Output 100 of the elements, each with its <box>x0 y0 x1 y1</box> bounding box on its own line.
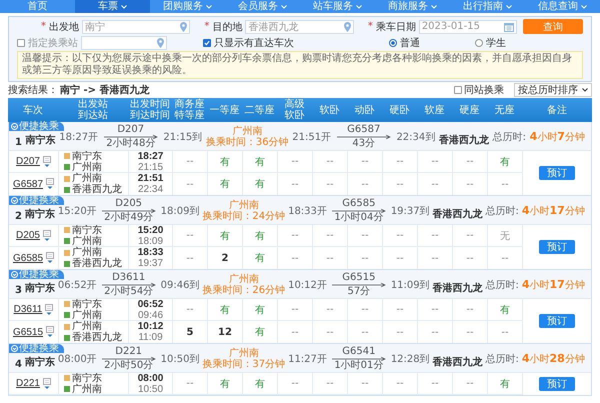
seat-availability: -- <box>186 156 194 167</box>
train-link[interactable]: D221 <box>16 378 40 389</box>
checkbox[interactable] <box>17 38 25 46</box>
seat-availability: 有 <box>220 378 230 390</box>
column-header: 出发时间 到达时间 <box>129 98 171 122</box>
nav-tab[interactable]: 出行指南 <box>450 0 525 13</box>
train-link[interactable]: G6587 <box>12 178 44 190</box>
radio-button[interactable] <box>475 38 483 46</box>
input-field[interactable]: 香港西九龙 <box>245 20 354 34</box>
seat-availability: 有 <box>255 378 265 390</box>
destination-icon <box>64 238 70 244</box>
departure-time: 06:52开 <box>58 279 97 292</box>
train-number: G6541 <box>342 347 376 357</box>
radio-label: 学生 <box>486 36 506 50</box>
nav-tab[interactable]: 信息查询 <box>525 0 600 13</box>
train-number: G6587 <box>347 125 380 135</box>
transfer-badge: 便捷换乘 <box>9 270 64 279</box>
document-icon[interactable] <box>46 326 54 338</box>
input-field[interactable] <box>81 36 167 50</box>
nav-tab[interactable]: 车票 <box>75 0 150 13</box>
book-button[interactable]: 预订 <box>539 166 575 180</box>
document-icon[interactable] <box>45 304 54 316</box>
seat-availability: -- <box>501 326 509 338</box>
seat-availability: 有 <box>255 230 265 242</box>
seat-availability: -- <box>431 252 439 264</box>
seat-availability: -- <box>361 252 369 264</box>
column-header: 高级 软卧 <box>284 98 306 122</box>
total-label: 总历时: <box>486 352 519 366</box>
result-number: 4 <box>15 358 22 370</box>
location-pin-icon <box>157 38 164 48</box>
book-button[interactable]: 预订 <box>539 314 575 328</box>
book-button[interactable]: 预订 <box>539 377 575 391</box>
radio-button[interactable] <box>389 38 397 46</box>
seat-availability: 无 <box>500 230 510 242</box>
book-button[interactable]: 预订 <box>539 240 575 254</box>
train-number: D207 <box>117 125 144 135</box>
station-name: 南宁东 <box>72 224 102 236</box>
departure-time: 18:33开 <box>288 205 327 218</box>
departure-time: 15:20开 <box>58 205 97 218</box>
transfer-badge: 便捷换乘 <box>9 196 64 205</box>
train-link[interactable]: D205 <box>16 230 40 241</box>
checkbox-label: 指定换乘站 <box>28 36 78 50</box>
seat-availability: -- <box>466 252 474 264</box>
seat-availability: -- <box>361 156 369 167</box>
seat-availability: 有 <box>255 326 265 339</box>
document-icon[interactable] <box>46 252 54 264</box>
nav-tab[interactable]: 会员服务 <box>225 0 300 13</box>
input-field[interactable]: 南宁 <box>82 20 190 34</box>
document-icon[interactable] <box>46 178 54 190</box>
seat-availability: -- <box>361 178 369 190</box>
train-link[interactable]: D3611 <box>14 304 42 315</box>
column-header: 软座 <box>424 104 446 118</box>
station-name: 南宁东 <box>24 281 55 295</box>
arrival-time: 22:34 <box>138 184 164 195</box>
arrival-time: 19:37 <box>138 258 164 269</box>
nav-tab[interactable]: 团购服务 <box>150 0 225 13</box>
arrival-time: 18:09 <box>138 236 164 246</box>
arrival-time: 09:46到 <box>160 279 200 292</box>
origin-icon <box>64 375 70 381</box>
required-mark: * <box>204 21 210 32</box>
search-button[interactable]: 查询 <box>523 19 583 34</box>
arrival-time: 21:15到 <box>163 131 202 144</box>
nav-tab[interactable]: 站车服务 <box>300 0 375 13</box>
arrow-icon <box>332 209 386 213</box>
seat-availability: -- <box>326 304 334 315</box>
seat-availability: -- <box>431 178 439 190</box>
train-link[interactable]: G6585 <box>12 252 44 264</box>
seat-availability: -- <box>396 230 404 241</box>
destination-icon <box>64 260 70 266</box>
checkbox[interactable] <box>203 38 211 46</box>
station-name: 南宁东 <box>24 207 55 221</box>
seat-availability: -- <box>186 252 194 264</box>
station-name: 南宁东 <box>72 298 102 310</box>
checkbox-label: 只显示有直达车次 <box>214 36 294 50</box>
destination-icon <box>64 186 70 192</box>
train-number: D205 <box>115 199 142 209</box>
checkbox[interactable] <box>454 86 462 94</box>
document-icon[interactable] <box>42 378 51 390</box>
seat-availability: 有 <box>220 304 230 316</box>
document-icon[interactable] <box>42 230 51 242</box>
seat-availability: -- <box>396 326 404 338</box>
duration-text: 1小时01分 <box>334 361 384 371</box>
train-link[interactable]: G6515 <box>12 326 44 338</box>
transfer-station: 广州南 <box>228 274 259 285</box>
seat-availability: -- <box>431 156 439 167</box>
arrival-time: 10:50 <box>138 384 164 394</box>
train-link[interactable]: D207 <box>16 156 40 167</box>
input-field[interactable]: 2023-01-15 <box>418 20 518 34</box>
origin-icon <box>64 301 70 307</box>
column-header: 软卧 <box>318 104 340 118</box>
seat-availability: -- <box>431 378 439 389</box>
seat-availability: -- <box>291 378 299 389</box>
nav-tab[interactable]: 首页 <box>0 0 75 13</box>
document-icon[interactable] <box>42 156 51 168</box>
sort-select[interactable]: 按总历时排序 <box>514 83 592 97</box>
transfer-time: 换乘时间：36分钟 <box>206 137 289 148</box>
nav-tab[interactable]: 商旅服务 <box>375 0 450 13</box>
origin-icon <box>64 176 70 182</box>
duration-text: 2小时48分 <box>106 139 156 149</box>
seat-availability: -- <box>326 156 334 167</box>
